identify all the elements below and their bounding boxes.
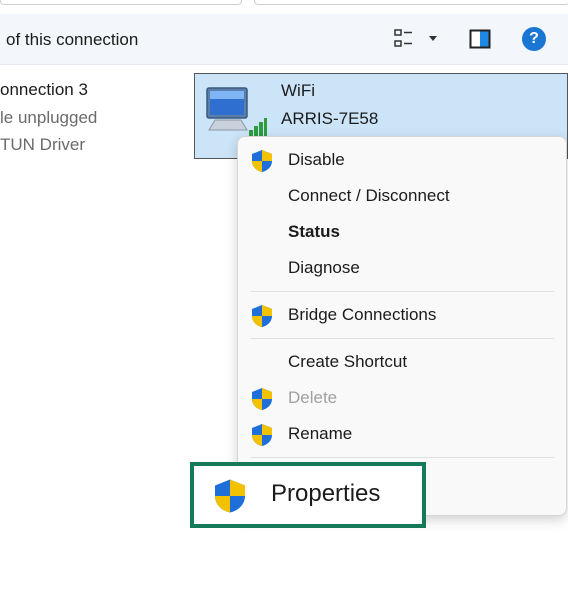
wifi-adapter-name: WiFi: [281, 81, 315, 100]
menu-separator: [250, 338, 554, 339]
network-computer-icon: [206, 87, 267, 136]
menu-item-delete: Delete: [238, 381, 566, 415]
uac-shield-icon: [252, 424, 272, 446]
menu-item-create-shortcut[interactable]: Create Shortcut: [238, 345, 566, 379]
menu-item-label: Disable: [288, 150, 345, 169]
menu-item-label: Rename: [288, 424, 353, 443]
uac-shield-icon: [252, 388, 272, 410]
menu-item-status[interactable]: Status: [238, 215, 566, 249]
help-button[interactable]: ?: [522, 27, 546, 51]
command-bar: of this connection ?: [0, 14, 568, 65]
menu-item-label: Bridge Connections: [288, 305, 437, 324]
left-adapter-driver: TUN Driver: [0, 135, 85, 154]
menu-item-label: Create Shortcut: [288, 352, 408, 371]
search-box[interactable]: [254, 0, 568, 5]
menu-item-properties[interactable]: Properties: [190, 462, 426, 528]
menu-item-bridge-connections[interactable]: Bridge Connections: [238, 298, 566, 332]
context-menu: Disable Connect / Disconnect Status Diag…: [237, 136, 567, 516]
menu-item-label: Status: [288, 222, 340, 241]
menu-item-diagnose[interactable]: Diagnose: [238, 251, 566, 285]
view-options-icon: [394, 29, 437, 47]
left-adapter-name[interactable]: onnection 3: [0, 80, 88, 100]
uac-shield-icon: [252, 305, 272, 327]
menu-separator: [250, 457, 554, 458]
wifi-adapter-ssid: ARRIS-7E58: [281, 109, 379, 128]
preview-pane-icon: [469, 29, 491, 49]
uac-shield-icon: [252, 150, 272, 172]
properties-label: Properties: [271, 480, 381, 507]
view-options-button[interactable]: [392, 27, 442, 51]
menu-separator: [250, 291, 554, 292]
menu-item-label: Diagnose: [288, 258, 360, 277]
left-adapter-status: le unplugged: [0, 108, 98, 127]
menu-item-label: Connect / Disconnect: [288, 186, 450, 205]
menu-item-disable[interactable]: Disable: [238, 143, 566, 177]
address-bar[interactable]: [0, 0, 242, 5]
preview-pane-button[interactable]: [469, 28, 491, 50]
uac-shield-icon: [215, 479, 245, 513]
command-bar-description[interactable]: of this connection: [6, 30, 138, 50]
menu-item-rename[interactable]: Rename: [238, 417, 566, 451]
help-icon: ?: [529, 30, 539, 47]
menu-item-connect-disconnect[interactable]: Connect / Disconnect: [238, 179, 566, 213]
menu-item-label: Delete: [288, 388, 338, 407]
